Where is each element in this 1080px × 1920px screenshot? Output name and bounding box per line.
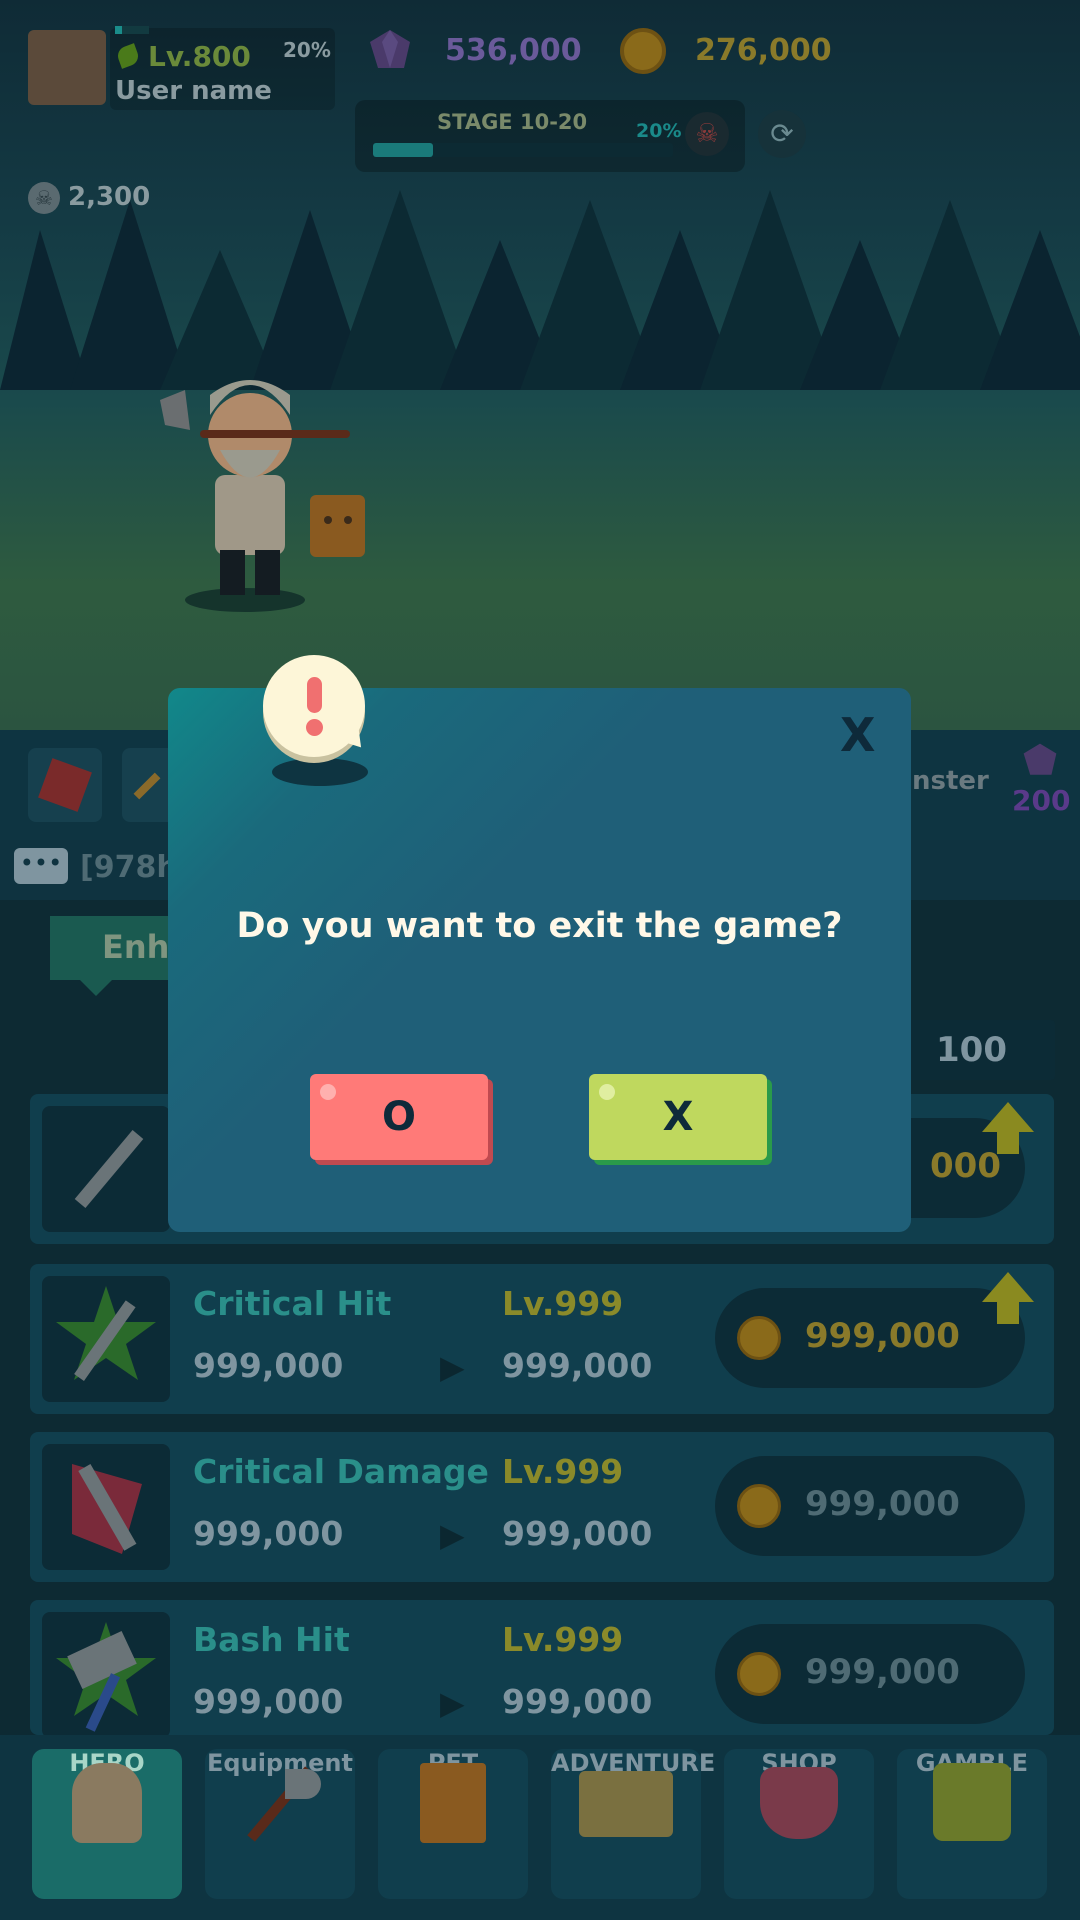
cancel-label: X xyxy=(662,1094,694,1140)
close-button[interactable]: X xyxy=(840,708,875,762)
button-shine xyxy=(599,1084,615,1100)
confirm-label: O xyxy=(381,1094,416,1140)
exclamation-dot xyxy=(306,719,323,736)
cancel-button[interactable]: X xyxy=(589,1074,767,1160)
alert-shadow xyxy=(272,758,368,786)
confirm-button[interactable]: O xyxy=(310,1074,488,1160)
button-shine xyxy=(320,1084,336,1100)
dialog-message: Do you want to exit the game? xyxy=(236,906,843,946)
exclamation-bar xyxy=(307,677,322,713)
